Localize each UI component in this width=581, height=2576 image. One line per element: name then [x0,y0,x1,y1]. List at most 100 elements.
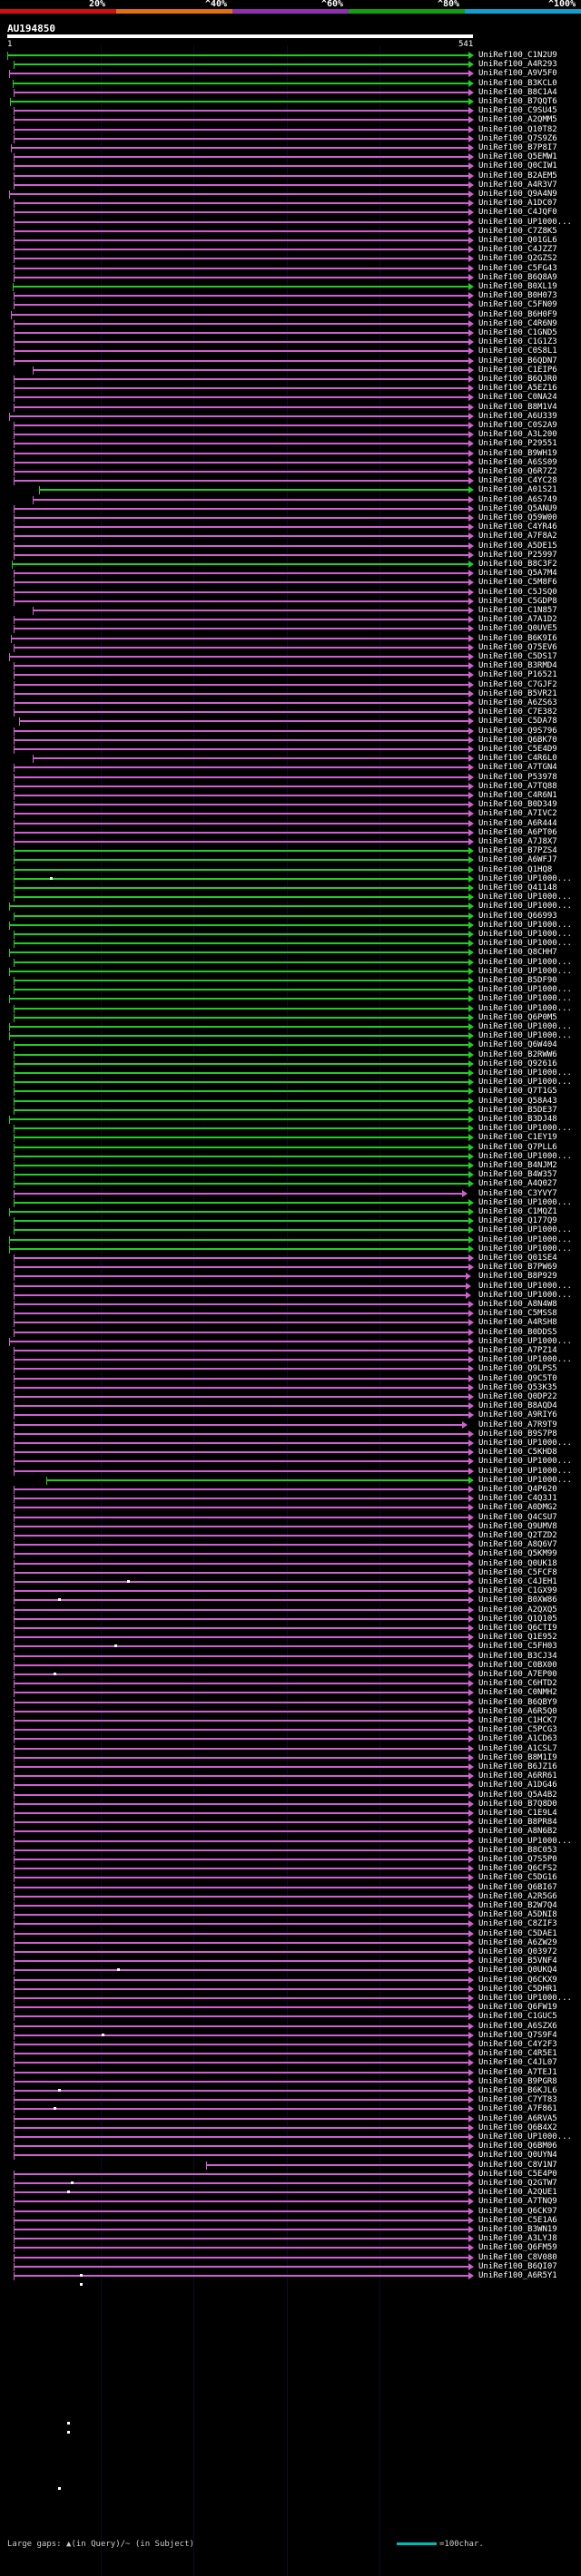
hit-alignment-bar[interactable] [13,1442,468,1444]
hit-alignment-bar[interactable] [32,757,468,760]
hit-alignment-bar[interactable] [13,295,468,298]
hit-alignment-bar[interactable] [13,304,468,307]
hit-alignment-bar[interactable] [13,2219,468,2221]
hit-alignment-bar[interactable] [13,1498,468,1500]
hit-alignment-bar[interactable] [13,174,468,177]
hit-alignment-bar[interactable] [13,1636,468,1639]
hit-alignment-bar[interactable] [8,1026,468,1028]
hit-alignment-bar[interactable] [13,1423,463,1426]
hit-alignment-bar[interactable] [13,1654,468,1657]
hit-alignment-bar[interactable] [13,2090,468,2092]
hit-alignment-bar[interactable] [8,1238,468,1241]
hit-alignment-bar[interactable] [13,1775,468,1778]
hit-alignment-bar[interactable] [13,1072,468,1074]
hit-alignment-bar[interactable] [13,517,468,519]
hit-alignment-bar[interactable] [13,1877,468,1879]
hit-alignment-bar[interactable] [13,1969,468,1972]
hit-alignment-bar[interactable] [13,2182,468,2184]
hit-alignment-bar[interactable] [13,2210,468,2212]
hit-alignment-bar[interactable] [13,183,468,186]
hit-alignment-bar[interactable] [13,2015,468,2018]
hit-alignment-bar[interactable] [9,101,468,102]
hit-alignment-bar[interactable] [13,1599,468,1602]
hit-alignment-bar[interactable] [13,1155,468,1157]
hit-alignment-bar[interactable] [13,91,468,93]
hit-alignment-bar[interactable] [13,2191,468,2194]
hit-alignment-bar[interactable] [13,1571,468,1574]
hit-alignment-bar[interactable] [13,1793,468,1796]
hit-alignment-bar[interactable] [13,711,468,714]
hit-alignment-bar[interactable] [13,1183,468,1186]
hit-alignment-bar[interactable] [13,332,468,334]
hit-alignment-bar[interactable] [13,748,468,750]
hit-alignment-bar[interactable] [13,267,468,269]
hit-alignment-bar[interactable] [13,535,468,538]
hit-alignment-bar[interactable] [13,1275,467,1278]
hit-alignment-bar[interactable] [13,1784,468,1787]
hit-alignment-bar[interactable] [13,526,468,529]
hit-alignment-bar[interactable] [13,229,468,232]
hit-alignment-bar[interactable] [13,600,468,602]
hit-alignment-bar[interactable] [13,804,468,806]
hit-alignment-bar[interactable] [13,2126,468,2129]
hit-alignment-bar[interactable] [13,1812,468,1814]
hit-alignment-bar[interactable] [13,239,468,241]
hit-alignment-bar[interactable] [13,1830,468,1833]
hit-alignment-bar[interactable] [13,480,468,483]
hit-alignment-bar[interactable] [13,1664,468,1666]
hit-alignment-bar[interactable] [13,1284,467,1287]
hit-alignment-bar[interactable] [32,610,468,611]
hit-alignment-bar[interactable] [13,859,468,862]
hit-alignment-bar[interactable] [8,905,468,908]
hit-alignment-bar[interactable] [13,1821,468,1824]
hit-alignment-bar[interactable] [8,73,468,75]
hit-alignment-bar[interactable] [13,850,468,853]
hit-alignment-bar[interactable] [13,2044,468,2045]
hit-alignment-bar[interactable] [13,1146,468,1148]
hit-alignment-bar[interactable] [13,1257,468,1259]
hit-alignment-bar[interactable] [13,2229,468,2230]
hit-alignment-bar[interactable] [39,489,468,492]
hit-alignment-bar[interactable] [13,1165,468,1166]
hit-alignment-bar[interactable] [13,1710,468,1712]
hit-alignment-bar[interactable] [13,1127,468,1130]
hit-alignment-bar[interactable] [32,368,468,371]
hit-alignment-bar[interactable] [13,1617,468,1620]
hit-alignment-bar[interactable] [13,1766,468,1768]
hit-alignment-bar[interactable] [13,137,468,140]
hit-alignment-bar[interactable] [13,2099,468,2102]
hit-alignment-bar[interactable] [13,1062,468,1065]
hit-alignment-bar[interactable] [13,258,468,260]
hit-alignment-bar[interactable] [13,980,468,981]
hit-alignment-bar[interactable] [13,1960,468,1963]
hit-alignment-bar[interactable] [13,1978,468,1981]
hit-alignment-bar[interactable] [13,1627,468,1629]
hit-alignment-bar[interactable] [13,1738,468,1741]
hit-row[interactable]: UniRef100_A6R5Y1 [0,2271,581,2281]
hit-alignment-bar[interactable] [13,1266,468,1269]
hit-alignment-bar[interactable] [13,692,468,695]
hit-alignment-bar[interactable] [13,220,468,223]
hit-alignment-bar[interactable] [13,1747,468,1750]
hit-alignment-bar[interactable] [13,1359,468,1361]
hit-alignment-bar[interactable] [13,507,468,510]
hit-alignment-bar[interactable] [13,1729,468,1732]
hit-alignment-bar[interactable] [13,581,468,584]
hit-alignment-bar[interactable] [13,128,468,131]
hit-alignment-bar[interactable] [13,2080,468,2083]
hit-alignment-bar[interactable] [13,572,468,575]
hit-alignment-bar[interactable] [10,637,468,639]
hit-alignment-bar[interactable] [13,1997,468,1999]
hit-alignment-bar[interactable] [13,896,468,899]
hit-alignment-bar[interactable] [13,841,468,843]
hit-alignment-bar[interactable] [13,2172,468,2175]
hit-alignment-bar[interactable] [13,405,468,408]
hit-alignment-bar[interactable] [13,2256,468,2259]
hit-alignment-bar[interactable] [8,656,468,658]
hit-alignment-bar[interactable] [13,1886,468,1888]
hit-alignment-bar[interactable] [13,1720,468,1722]
hit-alignment-bar[interactable] [13,1895,468,1898]
hit-alignment-bar[interactable] [7,54,468,56]
hit-alignment-bar[interactable] [13,110,468,112]
hit-alignment-bar[interactable] [13,1081,468,1084]
